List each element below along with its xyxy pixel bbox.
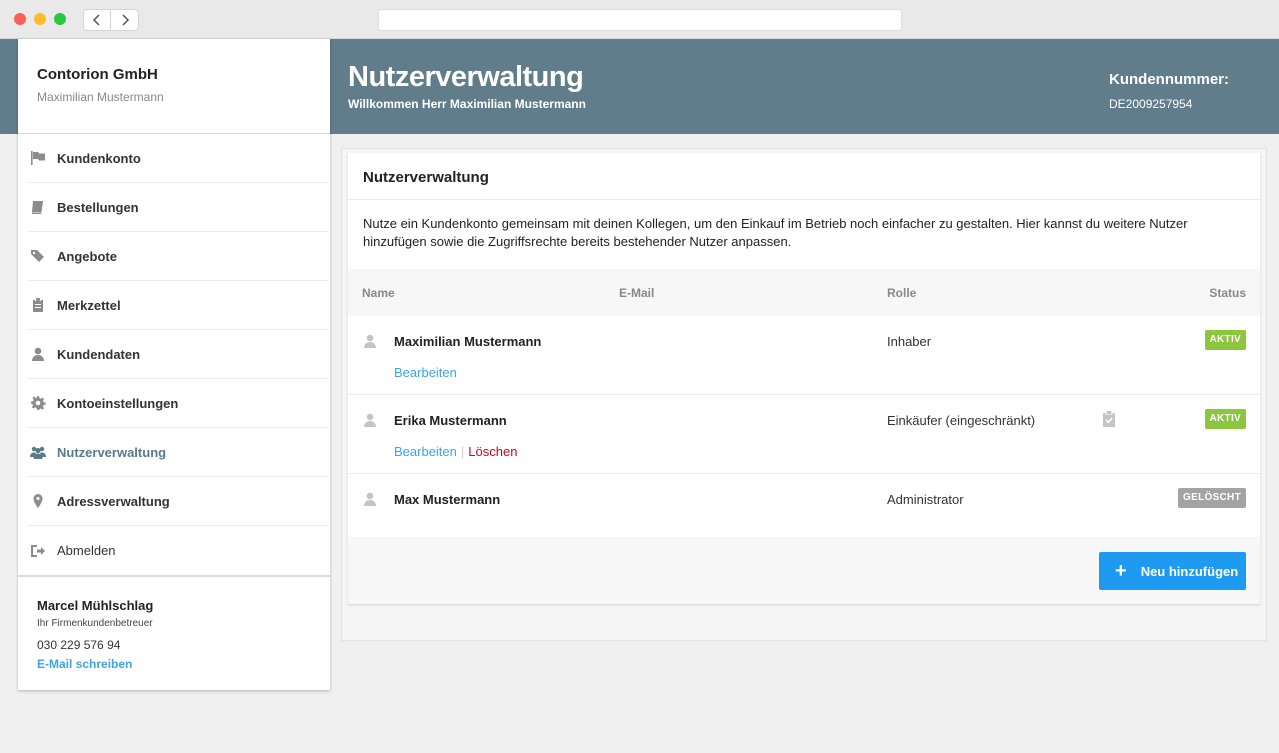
column-header-role: Rolle	[887, 286, 917, 300]
sidebar-item-kundendaten[interactable]: Kundendaten	[28, 330, 328, 379]
table-header: Name E-Mail Rolle Status	[348, 269, 1260, 316]
sidebar-item-label: Abmelden	[57, 543, 116, 558]
table-row: Max Mustermann Administrator GELÖSCHT	[348, 474, 1260, 537]
chevron-left-icon	[92, 14, 100, 26]
card-footer: + Neu hinzufügen	[348, 537, 1260, 604]
user-icon	[362, 412, 378, 428]
sidebar-item-kontoeinstellungen[interactable]: Kontoeinstellungen	[28, 379, 328, 428]
sidebar-item-label: Nutzerverwaltung	[57, 444, 167, 460]
sidebar-item-adressverwaltung[interactable]: Adressverwaltung	[28, 477, 328, 526]
maximize-window-button[interactable]	[54, 13, 66, 25]
chevron-right-icon	[121, 14, 129, 26]
forward-button[interactable]	[111, 9, 139, 31]
edit-link[interactable]: Bearbeiten	[394, 365, 457, 380]
clipboard-check-icon[interactable]	[1102, 410, 1116, 428]
user-role: Inhaber	[887, 334, 932, 349]
add-user-button-label: Neu hinzufügen	[1140, 563, 1239, 579]
browser-toolbar	[0, 0, 1279, 39]
flag-icon	[29, 149, 47, 167]
sidebar-item-label: Angebote	[57, 248, 117, 264]
sign-out-icon	[29, 542, 47, 560]
user-icon	[362, 491, 378, 507]
sidebar-item-kundenkonto[interactable]: Kundenkonto	[28, 134, 328, 183]
row-actions: Bearbeiten	[394, 365, 457, 380]
tags-icon	[29, 247, 47, 265]
divider	[348, 199, 1260, 200]
column-header-name: Name	[362, 286, 395, 300]
map-marker-icon	[29, 492, 47, 510]
close-window-button[interactable]	[14, 13, 26, 25]
minimize-window-button[interactable]	[34, 13, 46, 25]
sidebar-item-nutzerverwaltung[interactable]: Nutzerverwaltung	[28, 428, 328, 477]
sidebar: Contorion GmbH Maximilian Mustermann Kun…	[18, 39, 330, 690]
url-bar[interactable]	[378, 9, 902, 31]
user-role: Einkäufer (eingeschränkt)	[887, 413, 1036, 428]
column-header-status: Status	[1209, 286, 1246, 300]
plus-icon: +	[1115, 560, 1127, 582]
user-management-card: Nutzerverwaltung Nutze ein Kundenkonto g…	[348, 153, 1260, 604]
book-icon	[29, 198, 47, 216]
sidebar-header: Contorion GmbH Maximilian Mustermann	[18, 39, 330, 134]
customer-number: DE2009257954	[1109, 97, 1193, 111]
back-button[interactable]	[83, 9, 111, 31]
sidebar-item-abmelden[interactable]: Abmelden	[28, 526, 328, 575]
account-manager-contact: Marcel Mühlschlag Ihr Firmenkundenbetreu…	[18, 575, 330, 671]
column-header-email: E-Mail	[619, 286, 655, 300]
sidebar-item-label: Kundenkonto	[57, 150, 141, 166]
edit-link[interactable]: Bearbeiten	[394, 444, 457, 459]
sidebar-item-label: Bestellungen	[57, 199, 139, 215]
sidebar-item-angebote[interactable]: Angebote	[28, 232, 328, 281]
add-user-button[interactable]: + Neu hinzufügen	[1099, 552, 1246, 590]
contact-name: Marcel Mühlschlag	[37, 598, 154, 613]
clipboard-icon	[29, 296, 47, 314]
table-row: Maximilian Mustermann Inhaber AKTIV Bear…	[348, 316, 1260, 395]
contact-role: Ihr Firmenkundenbetreuer	[37, 618, 153, 629]
status-badge: GELÖSCHT	[1178, 488, 1246, 508]
row-actions: Bearbeiten | Löschen	[394, 444, 517, 459]
sidebar-item-bestellungen[interactable]: Bestellungen	[28, 183, 328, 232]
sidebar-item-label: Merkzettel	[57, 297, 121, 313]
user-role: Administrator	[887, 492, 964, 507]
user-name: Erika Mustermann	[394, 413, 507, 428]
gear-icon	[29, 394, 47, 412]
welcome-text: Willkommen Herr Maximilian Mustermann	[348, 97, 586, 111]
contact-phone: 030 229 576 94	[37, 638, 121, 652]
sidebar-nav: Kundenkonto Bestellungen Angebote Merkze…	[18, 134, 330, 575]
status-badge: AKTIV	[1204, 409, 1246, 429]
customer-number-label: Kundennummer:	[1109, 71, 1229, 88]
user-icon	[29, 345, 47, 363]
page-title: Nutzerverwaltung	[348, 61, 584, 93]
user-name: Maximilian Mustermann	[394, 334, 542, 349]
sidebar-item-merkzettel[interactable]: Merkzettel	[28, 281, 328, 330]
sidebar-item-label: Kundendaten	[57, 346, 141, 362]
account-user-name: Maximilian Mustermann	[37, 90, 164, 104]
delete-link[interactable]: Löschen	[468, 444, 517, 459]
user-icon	[362, 333, 378, 349]
users-icon	[29, 443, 47, 461]
separator: |	[460, 444, 465, 459]
sidebar-item-label: Adressverwaltung	[57, 493, 170, 509]
table-row: Erika Mustermann Einkäufer (eingeschränk…	[348, 395, 1260, 474]
email-link[interactable]: E-Mail schreiben	[37, 657, 132, 671]
status-badge: AKTIV	[1204, 330, 1246, 350]
card-description: Nutze ein Kundenkonto gemeinsam mit dein…	[363, 216, 1188, 249]
user-name: Max Mustermann	[394, 492, 501, 507]
sidebar-item-label: Kontoeinstellungen	[57, 395, 179, 411]
card-title: Nutzerverwaltung	[363, 169, 489, 186]
company-name: Contorion GmbH	[37, 66, 158, 83]
